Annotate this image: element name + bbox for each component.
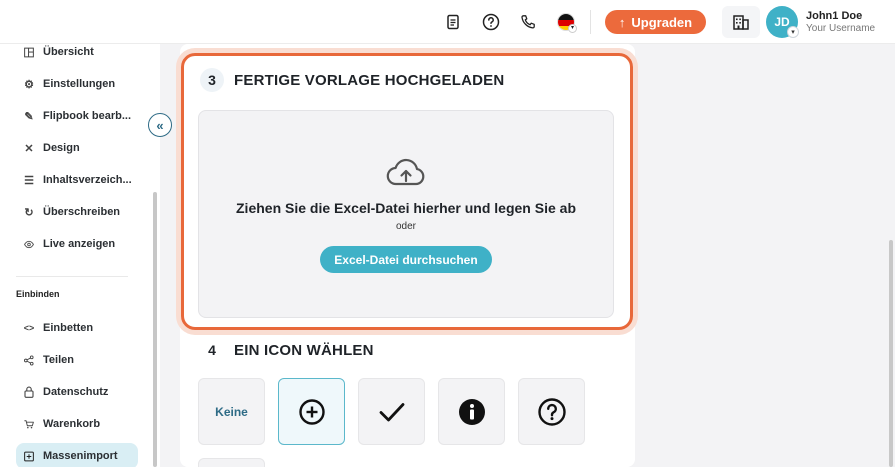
icon-option-check[interactable] bbox=[358, 378, 425, 445]
question-circle-icon bbox=[537, 397, 566, 426]
code-icon: <> bbox=[23, 323, 35, 333]
sidebar-item-ueberschreiben[interactable]: ↻ Überschreiben bbox=[24, 202, 120, 222]
step4-number: 4 bbox=[200, 338, 224, 362]
help-icon[interactable] bbox=[480, 11, 502, 33]
chevron-down-icon: ▾ bbox=[787, 26, 799, 38]
sidebar-item-massenimport[interactable]: Massenimport bbox=[24, 446, 118, 466]
step4-title: EIN ICON WÄHLEN bbox=[234, 342, 374, 359]
icon-option-more[interactable] bbox=[198, 458, 265, 467]
icon-option-info[interactable] bbox=[438, 378, 505, 445]
sidebar-item-datenschutz[interactable]: Datenschutz bbox=[24, 382, 108, 402]
icon-option-none[interactable]: Keine bbox=[198, 378, 265, 445]
icon-option-question[interactable] bbox=[518, 378, 585, 445]
step3-number: 3 bbox=[200, 68, 224, 92]
checkmark-icon bbox=[379, 402, 404, 421]
pencil-icon: ✎ bbox=[24, 110, 34, 123]
tools-icon: ✕ bbox=[24, 142, 34, 155]
dropzone-or-text: oder bbox=[395, 221, 416, 232]
chevron-down-icon: ▾ bbox=[568, 24, 577, 33]
sidebar-item-label: Übersicht bbox=[43, 46, 94, 58]
sidebar-item-teilen[interactable]: Teilen bbox=[24, 350, 74, 370]
sidebar-item-design[interactable]: ✕ Design bbox=[24, 138, 80, 158]
sidebar-item-label: Warenkorb bbox=[43, 418, 101, 430]
top-bar: ▾ ↑ Upgraden JD ▾ John1 Doe Your Usernam… bbox=[0, 0, 895, 44]
document-icon[interactable] bbox=[442, 11, 464, 33]
share-icon bbox=[24, 354, 34, 366]
icon-option-label: Keine bbox=[215, 404, 248, 419]
step3-title: FERTIGE VORLAGE HOCHGELADEN bbox=[234, 72, 505, 89]
sidebar-item-live-anzeigen[interactable]: Live anzeigen bbox=[24, 234, 115, 254]
import-icon bbox=[24, 450, 34, 462]
sidebar-item-flipbook-bearbeiten[interactable]: ✎ Flipbook bearb... bbox=[24, 106, 131, 126]
refresh-icon: ↻ bbox=[24, 206, 34, 219]
browse-excel-button[interactable]: Excel-Datei durchsuchen bbox=[320, 246, 492, 273]
arrow-up-icon: ↑ bbox=[618, 14, 626, 30]
cart-icon bbox=[24, 418, 34, 430]
sidebar-item-label: Einstellungen bbox=[43, 78, 116, 90]
building-icon bbox=[733, 15, 749, 30]
sidebar-item-warenkorb[interactable]: Warenkorb bbox=[24, 414, 100, 434]
sidebar: Übersicht ⚙ Einstellungen ✎ Flipbook bea… bbox=[0, 44, 160, 467]
collapse-sidebar-button[interactable]: « bbox=[148, 113, 172, 137]
sidebar-item-label: Teilen bbox=[43, 354, 74, 366]
plus-circle-icon bbox=[298, 398, 325, 425]
sidebar-item-label: Massenimport bbox=[43, 450, 118, 462]
sidebar-item-uebersicht[interactable]: Übersicht bbox=[24, 42, 94, 62]
upgrade-button[interactable]: ↑ Upgraden bbox=[605, 10, 706, 34]
topbar-divider bbox=[590, 10, 591, 34]
dropzone-instruction: Ziehen Sie die Excel-Datei hierher und l… bbox=[236, 200, 576, 216]
icon-option-plus[interactable] bbox=[278, 378, 345, 445]
sidebar-item-label: Live anzeigen bbox=[43, 238, 116, 250]
layout-icon bbox=[24, 46, 34, 58]
sidebar-scrollbar[interactable] bbox=[153, 192, 157, 467]
sidebar-item-label: Einbetten bbox=[43, 322, 94, 334]
sidebar-item-label: Flipbook bearb... bbox=[43, 110, 132, 122]
list-icon: ☰ bbox=[24, 174, 34, 187]
sidebar-divider bbox=[16, 276, 128, 277]
double-chevron-left-icon: « bbox=[156, 117, 164, 133]
info-icon bbox=[458, 398, 485, 425]
sidebar-item-label: Design bbox=[43, 142, 80, 154]
sidebar-item-einbetten[interactable]: <> Einbetten bbox=[24, 318, 93, 338]
eye-icon bbox=[24, 238, 34, 250]
upgrade-label: Upgraden bbox=[631, 14, 693, 30]
user-name: John1 Doe bbox=[806, 10, 863, 22]
main-scrollbar[interactable] bbox=[889, 240, 893, 467]
phone-icon[interactable] bbox=[517, 11, 539, 33]
cloud-upload-icon bbox=[386, 157, 426, 192]
sidebar-section-title: Einbinden bbox=[16, 289, 60, 299]
sidebar-item-label: Überschreiben bbox=[43, 206, 121, 218]
lock-icon bbox=[24, 386, 34, 398]
sidebar-item-label: Datenschutz bbox=[43, 386, 109, 398]
sidebar-item-inhaltsverzeichnis[interactable]: ☰ Inhaltsverzeich... bbox=[24, 170, 132, 190]
organization-button[interactable] bbox=[722, 6, 760, 38]
sidebar-item-label: Inhaltsverzeich... bbox=[43, 174, 132, 186]
gear-icon: ⚙ bbox=[24, 78, 34, 91]
sidebar-item-einstellungen[interactable]: ⚙ Einstellungen bbox=[24, 74, 115, 94]
user-subtitle: Your Username bbox=[806, 23, 876, 34]
